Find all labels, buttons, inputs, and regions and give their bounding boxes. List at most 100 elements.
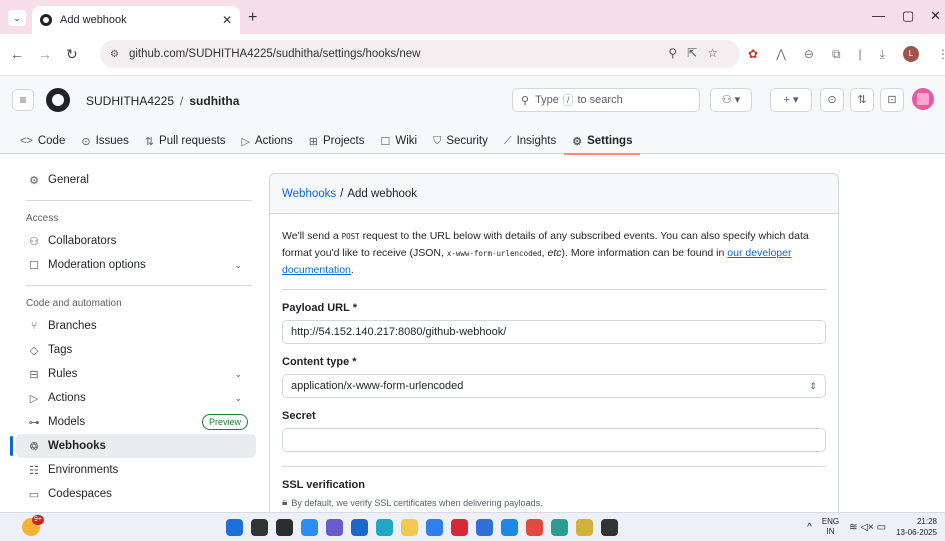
- github-search-input[interactable]: ⚲ Type / to search: [512, 88, 700, 112]
- server-icon: ☷: [29, 464, 39, 477]
- sidebar-heading-code: Code and automation: [26, 298, 122, 309]
- download-icon[interactable]: ⤓: [880, 47, 885, 62]
- taskbar-app-icon[interactable]: [451, 519, 468, 536]
- repo-name-link[interactable]: sudhitha: [189, 94, 239, 108]
- people-icon: ⚇: [29, 235, 39, 248]
- sidebar-item-models[interactable]: ⊶ Models Preview: [16, 410, 256, 434]
- issues-icon[interactable]: ⊙: [820, 88, 844, 112]
- sidebar-item-rules[interactable]: ⊟ Rules ⌄: [16, 362, 256, 386]
- window-close-icon[interactable]: ✕: [930, 8, 941, 24]
- sidebar-item-general[interactable]: ⚙ General: [16, 168, 256, 192]
- profile-avatar[interactable]: L: [902, 46, 919, 62]
- user-avatar[interactable]: [912, 88, 934, 110]
- taskbar-app-icon[interactable]: [276, 519, 293, 536]
- reload-icon[interactable]: ↻: [66, 46, 78, 63]
- extensions-puzzle-icon[interactable]: ⧉: [832, 47, 841, 62]
- secret-input[interactable]: [282, 428, 826, 452]
- sidebar-item-tags[interactable]: ◇ Tags: [16, 338, 256, 362]
- pull-requests-icon[interactable]: ⇅: [850, 88, 874, 112]
- sidebar-item-moderation[interactable]: ☐ Moderation options ⌄: [16, 253, 256, 277]
- repo-owner-link[interactable]: SUDHITHA4225: [86, 94, 174, 108]
- inbox-icon[interactable]: ⊡: [880, 88, 904, 112]
- sidebar-item-collaborators[interactable]: ⚇ Collaborators: [16, 229, 256, 253]
- site-info-icon[interactable]: ⚙: [110, 49, 119, 60]
- extension-icon-3[interactable]: ⊖: [804, 47, 814, 61]
- tab-issues-label: Issues: [95, 135, 129, 147]
- content-type-value: application/x-www-form-urlencoded: [291, 380, 464, 392]
- extension-icon[interactable]: ✿: [748, 47, 758, 61]
- taskbar-app-icon[interactable]: [426, 519, 443, 536]
- tab-issues[interactable]: ⊙ Issues: [73, 128, 136, 154]
- select-updown-icon: ⇕: [809, 381, 817, 391]
- lock-icon: 🔒︎: [282, 497, 288, 508]
- copilot-button[interactable]: ⚇ ▾: [710, 88, 752, 112]
- taskbar-app-icon[interactable]: [226, 519, 243, 536]
- chevron-down-icon: ⌄: [234, 392, 242, 403]
- github-logo-icon[interactable]: [46, 88, 70, 112]
- address-bar[interactable]: ⚙ github.com/SUDHITHA4225/sudhitha/setti…: [100, 40, 740, 68]
- taskbar-app-icon[interactable]: [576, 519, 593, 536]
- payload-url-input[interactable]: http://54.152.140.217:8080/github-webhoo…: [282, 320, 826, 344]
- sidebar-item-environments[interactable]: ☷ Environments: [16, 458, 256, 482]
- code-icon: <>: [20, 135, 33, 147]
- tab-security[interactable]: ⛉ Security: [425, 128, 496, 154]
- clock[interactable]: 21:28 13-06-2025: [896, 516, 937, 538]
- taskbar-app-icon[interactable]: [376, 519, 393, 536]
- tab-settings-label: Settings: [587, 135, 633, 147]
- sidebar-item-label: Tags: [48, 344, 73, 356]
- search-suffix: to search: [577, 94, 623, 106]
- taskbar-app-icon[interactable]: [501, 519, 518, 536]
- tab-insights[interactable]: ⟋ Insights: [496, 128, 564, 154]
- sidebar-item-codespaces[interactable]: ▭ Codespaces: [16, 482, 256, 506]
- browser-tab-active[interactable]: Add webhook ✕: [32, 6, 240, 34]
- windows-taskbar: 9+ ^ ENG IN ≋ ◁× ▭ 21:28 13-06-2025: [0, 512, 945, 541]
- address-actions-icons[interactable]: ⚲⇱☆: [668, 46, 728, 60]
- sidebar-item-branches[interactable]: ⑂ Branches: [16, 314, 256, 338]
- taskbar-app-icon[interactable]: [326, 519, 343, 536]
- tab-pull-requests-label: Pull requests: [159, 135, 226, 147]
- taskbar-apps: [226, 519, 618, 536]
- content-type-group: Content type * application/x-www-form-ur…: [282, 356, 826, 398]
- taskbar-app-icon[interactable]: [301, 519, 318, 536]
- hamburger-menu-icon[interactable]: ≡: [12, 89, 34, 111]
- tab-actions-label: Actions: [255, 135, 293, 147]
- sidebar-item-webhooks[interactable]: ♲ Webhooks: [10, 434, 256, 458]
- taskbar-app-icon[interactable]: [551, 519, 568, 536]
- tab-code[interactable]: <> Code: [12, 128, 73, 154]
- forward-arrow-icon[interactable]: →: [38, 46, 52, 62]
- rules-icon: ⊟: [29, 368, 39, 381]
- tab-actions[interactable]: ▷ Actions: [234, 128, 301, 154]
- content-type-label: Content type *: [282, 356, 357, 368]
- tab-projects[interactable]: ⊞ Projects: [301, 128, 373, 154]
- extension-icon-2[interactable]: ⋀: [776, 47, 786, 61]
- sidebar-item-actions[interactable]: ▷ Actions ⌄: [16, 386, 256, 410]
- tab-pull-requests[interactable]: ⇅ Pull requests: [137, 128, 234, 154]
- sidebar-item-label: General: [48, 174, 89, 186]
- tab-wiki[interactable]: ☐ Wiki: [372, 128, 425, 154]
- browser-menu-icon[interactable]: ⋮: [937, 47, 945, 61]
- play-icon: ▷: [29, 392, 39, 405]
- taskbar-app-icon[interactable]: [601, 519, 618, 536]
- webhooks-breadcrumb-link[interactable]: Webhooks: [282, 188, 336, 200]
- new-tab-plus-icon[interactable]: +: [248, 9, 257, 27]
- github-header: ≡ SUDHITHA4225 / sudhitha ⚲ Type / to sear…: [0, 76, 945, 155]
- repo-nav: <> Code ⊙ Issues ⇅ Pull requests ▷ Actions ⊞…: [12, 128, 641, 155]
- taskbar-app-icon[interactable]: [526, 519, 543, 536]
- tab-search-chevron-icon[interactable]: ⌄: [8, 10, 26, 26]
- window-minimize-icon[interactable]: —: [872, 8, 885, 23]
- tab-settings[interactable]: ⚙ Settings: [564, 128, 641, 155]
- payload-url-group: Payload URL * http://54.152.140.217:8080…: [282, 302, 826, 344]
- tab-close-icon[interactable]: ✕: [222, 13, 232, 27]
- taskbar-app-icon[interactable]: [351, 519, 368, 536]
- taskbar-app-icon[interactable]: [401, 519, 418, 536]
- tray-chevron-up-icon[interactable]: ^: [807, 522, 812, 533]
- create-new-button[interactable]: + ▾: [770, 88, 812, 112]
- language-indicator[interactable]: ENG IN: [822, 517, 839, 537]
- content-type-select[interactable]: application/x-www-form-urlencoded ⇕: [282, 374, 826, 398]
- back-arrow-icon[interactable]: ←: [10, 46, 24, 62]
- taskbar-app-icon[interactable]: [251, 519, 268, 536]
- wifi-volume-battery-icons[interactable]: ≋ ◁× ▭: [849, 522, 886, 533]
- taskbar-app-icon[interactable]: [476, 519, 493, 536]
- clock-date: 13-06-2025: [896, 528, 937, 537]
- window-restore-icon[interactable]: ▢: [902, 8, 914, 24]
